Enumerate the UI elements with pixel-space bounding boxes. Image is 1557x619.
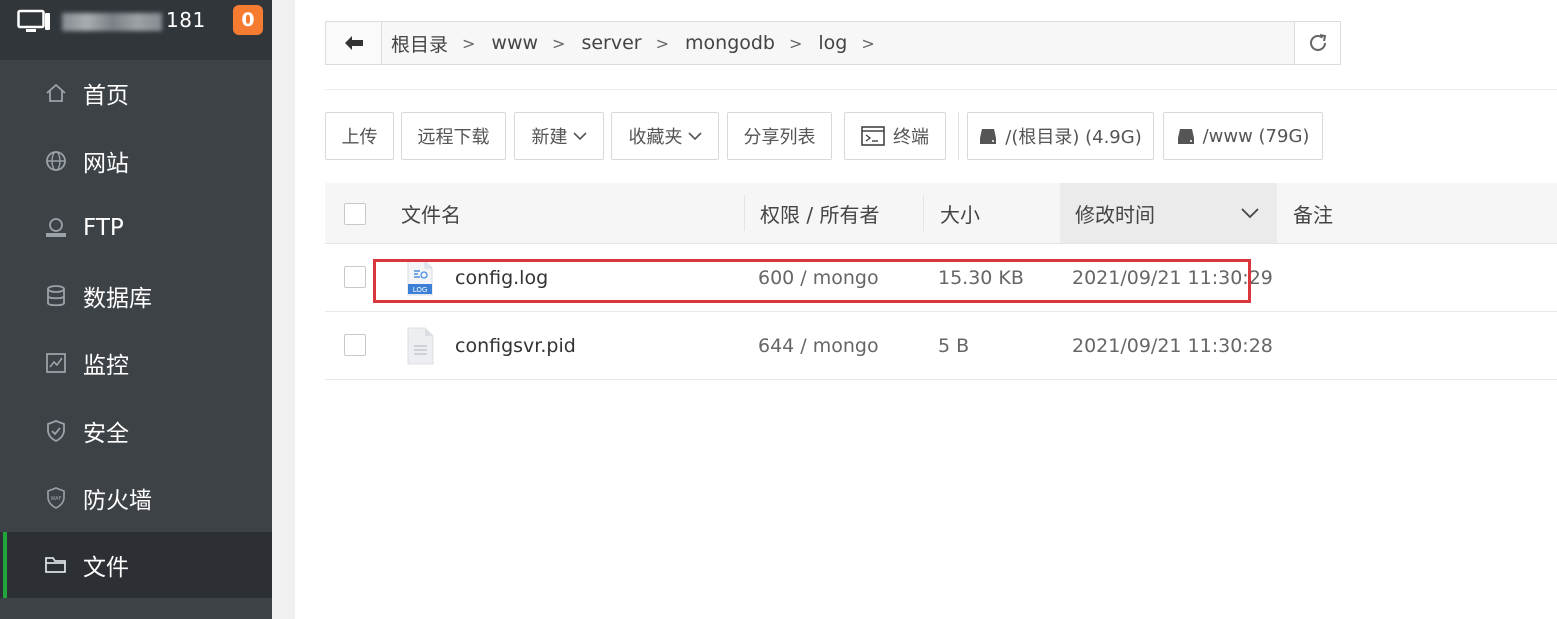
sidebar-item-home[interactable]: 首页 [0, 60, 272, 126]
sidebar-item-label: 首页 [83, 83, 129, 109]
chevron-right-icon: > [552, 33, 566, 53]
svg-text:WAF: WAF [51, 496, 62, 502]
toolbar-divider [958, 112, 959, 160]
globe-icon [42, 147, 70, 175]
row-checkbox[interactable] [344, 266, 366, 288]
remote-download-label: 远程下载 [417, 127, 490, 148]
sidebar-item-label: 网站 [83, 151, 129, 177]
path-bar: 根目录 > www > server > mongodb > log > [325, 21, 1341, 65]
new-label: 新建 [531, 127, 568, 148]
disk-root-label: /(根目录) (4.9G) [1005, 127, 1142, 148]
share-list-label: 分享列表 [743, 127, 816, 148]
arrow-left-icon [344, 36, 363, 50]
divider [325, 89, 1557, 90]
disk-www-label: /www (79G) [1202, 125, 1310, 147]
crumb-server[interactable]: server [581, 32, 641, 54]
header-filename[interactable]: 文件名 [401, 183, 461, 243]
breadcrumb: 根目录 > www > server > mongodb > log > [391, 22, 891, 64]
sidebar-item-monitor[interactable]: 监控 [0, 330, 272, 396]
terminal-label: 终端 [893, 127, 929, 148]
computer-icon [17, 9, 51, 39]
sidebar-item-label: 文件 [83, 555, 129, 581]
crumb-www[interactable]: www [491, 32, 538, 54]
terminal-button[interactable]: 终端 [844, 112, 946, 160]
ftp-icon [42, 214, 70, 242]
highlight-box [373, 259, 1251, 303]
sidebar: 181 0 首页 网站 FTP 数据库 监控 安全 WAF 防火墙 文件 [0, 0, 272, 619]
disk-root-button[interactable]: /(根目录) (4.9G) [967, 112, 1154, 160]
favorites-label: 收藏夹 [628, 127, 683, 148]
shield-icon [42, 417, 70, 445]
file-permission[interactable]: 644 / mongo [758, 312, 879, 379]
ip-suffix: 181 [166, 8, 206, 32]
row-checkbox[interactable] [344, 334, 366, 356]
ip-mask [62, 12, 162, 31]
crumb-log[interactable]: log [818, 32, 847, 54]
chevron-right-icon: > [789, 33, 803, 53]
hard-disk-icon [980, 129, 997, 144]
message-badge[interactable]: 0 [233, 5, 263, 35]
sidebar-item-files[interactable]: 文件 [0, 532, 272, 598]
column-divider [923, 195, 924, 231]
header-mtime-label: 修改时间 [1075, 202, 1155, 227]
sidebar-item-firewall[interactable]: WAF 防火墙 [0, 465, 272, 531]
file-size: 5 B [938, 334, 970, 357]
column-divider [744, 195, 745, 231]
hard-disk-icon [1177, 129, 1194, 144]
chevron-right-icon: > [861, 33, 875, 53]
header-size[interactable]: 大小 [940, 183, 980, 243]
sidebar-item-label: 数据库 [83, 286, 152, 312]
text-file-icon [405, 312, 435, 379]
remote-download-button[interactable]: 远程下载 [401, 112, 506, 160]
refresh-button[interactable] [1294, 22, 1340, 64]
sidebar-item-database[interactable]: 数据库 [0, 263, 272, 329]
crumb-mongodb[interactable]: mongodb [685, 32, 775, 54]
sidebar-item-label: 防火墙 [83, 488, 152, 514]
back-button[interactable] [326, 22, 382, 64]
header-mtime[interactable]: 修改时间 [1075, 183, 1155, 243]
table-row[interactable]: configsvr.pid 644 / mongo 5 B 2021/09/21… [325, 312, 1557, 380]
favorites-dropdown-button[interactable]: 收藏夹 [611, 112, 719, 160]
file-name[interactable]: configsvr.pid [455, 312, 576, 379]
monitor-icon [42, 349, 70, 377]
header-permission[interactable]: 权限 / 所有者 [760, 183, 879, 243]
folder-icon [42, 551, 70, 579]
chevron-down-icon [687, 132, 702, 141]
disk-www-button[interactable]: /www (79G) [1163, 112, 1323, 160]
refresh-icon [1309, 34, 1326, 51]
server-ip: 181 [62, 8, 206, 32]
upload-label: 上传 [341, 127, 378, 148]
terminal-icon [861, 126, 885, 146]
table-header: 文件名 权限 / 所有者 大小 修改时间 备注 [325, 183, 1557, 244]
chevron-right-icon: > [655, 33, 670, 53]
chevron-right-icon: > [462, 33, 476, 53]
share-list-button[interactable]: 分享列表 [727, 112, 832, 160]
waf-icon: WAF [42, 484, 70, 512]
server-header: 181 0 [0, 0, 272, 60]
chevron-down-icon [572, 132, 587, 141]
crumb-root[interactable]: 根目录 [391, 30, 448, 57]
sidebar-item-label: 安全 [83, 421, 129, 447]
file-manager: 根目录 > www > server > mongodb > log > 上传 远程下载 … [295, 0, 1557, 619]
select-all-checkbox[interactable] [344, 203, 366, 225]
new-dropdown-button[interactable]: 新建 [514, 112, 604, 160]
sidebar-item-label: 监控 [83, 353, 129, 379]
database-icon [42, 282, 70, 310]
home-icon [42, 79, 70, 107]
sidebar-item-label: FTP [83, 215, 124, 241]
sort-chevron-down-icon[interactable] [1241, 208, 1259, 219]
sidebar-item-website[interactable]: 网站 [0, 128, 272, 194]
sidebar-item-security[interactable]: 安全 [0, 398, 272, 464]
sidebar-item-ftp[interactable]: FTP [0, 195, 272, 261]
header-remark[interactable]: 备注 [1293, 183, 1333, 243]
file-mtime: 2021/09/21 11:30:28 [1072, 334, 1273, 357]
upload-button[interactable]: 上传 [325, 112, 394, 160]
